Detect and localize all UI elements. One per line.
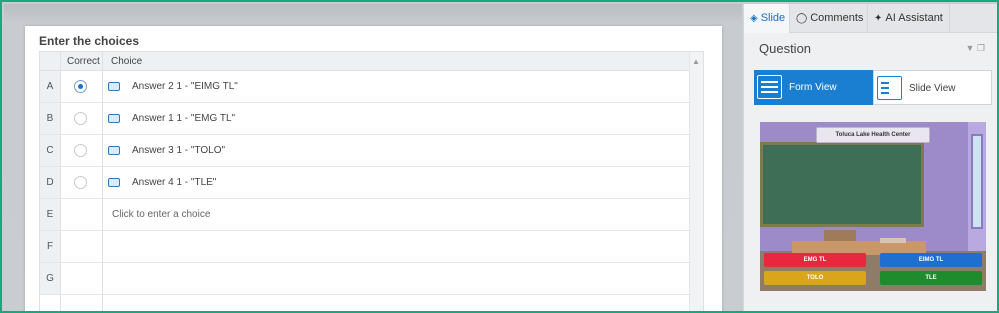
preview-answer-2: EIMG TL: [880, 253, 982, 267]
editor-canvas: Enter the choices Correct Choice ▲ A Ans…: [4, 4, 742, 311]
comment-icon: ◯: [796, 13, 808, 24]
choice-shape-icon: [108, 114, 120, 123]
section-controls[interactable]: ▼ ❐: [965, 43, 985, 54]
preview-answer-1: EMG TL: [764, 253, 866, 267]
choice-row-c[interactable]: C Answer 3 1 - "TOLO": [40, 135, 691, 167]
preview-title: Toluca Lake Health Center: [816, 127, 930, 143]
grid-scrollbar[interactable]: ▲: [689, 52, 703, 311]
form-view-button[interactable]: Form View: [754, 70, 873, 105]
choice-text[interactable]: Answer 2 1 - "EIMG TL": [132, 71, 238, 102]
correct-radio[interactable]: [74, 80, 87, 93]
choice-shape-icon: [108, 178, 120, 187]
sparkle-icon: ✦: [874, 13, 883, 24]
choice-text[interactable]: Answer 3 1 - "TOLO": [132, 135, 225, 166]
choice-row-b[interactable]: B Answer 1 1 - "EMG TL": [40, 103, 691, 135]
choice-text[interactable]: Answer 4 1 - "TLE": [132, 167, 216, 198]
tab-ai-assistant[interactable]: ✦ AI Assistant: [868, 4, 950, 33]
row-letter: G: [40, 263, 60, 294]
row-letter: C: [40, 135, 60, 166]
choice-row-a[interactable]: A Answer 2 1 - "EIMG TL": [40, 71, 691, 103]
tab-comments[interactable]: ◯ Comments: [790, 4, 868, 33]
collapse-arrow-icon[interactable]: ▼: [965, 43, 974, 53]
tab-label: AI Assistant: [885, 12, 943, 24]
choice-text[interactable]: Answer 1 1 - "EMG TL": [132, 103, 235, 134]
row-letter: D: [40, 167, 60, 198]
tab-label: Slide: [760, 12, 786, 24]
preview-answer-4: TLE: [880, 271, 982, 285]
header-correct: Correct: [67, 56, 100, 67]
choice-shape-icon: [108, 146, 120, 155]
tab-label: Comments: [810, 12, 864, 24]
slide-view-icon: [877, 76, 902, 100]
choice-row-g[interactable]: G: [40, 263, 691, 295]
choice-row-f[interactable]: F: [40, 231, 691, 263]
choice-shape-icon: [108, 82, 120, 91]
slide-preview[interactable]: Toluca Lake Health Center EMG TL EIMG TL…: [760, 122, 986, 291]
slide-icon: ◈: [750, 13, 758, 24]
scroll-up-arrow-icon[interactable]: ▲: [689, 52, 703, 71]
popout-icon[interactable]: ❐: [977, 43, 985, 53]
row-letter: E: [40, 199, 60, 230]
row-letter: B: [40, 103, 60, 134]
choices-title: Enter the choices: [39, 34, 140, 48]
add-choice-placeholder[interactable]: Click to enter a choice: [112, 199, 210, 230]
correct-radio[interactable]: [74, 176, 87, 189]
header-choice: Choice: [111, 56, 143, 67]
section-title: Question: [759, 41, 812, 56]
preview-answer-3: TOLO: [764, 271, 866, 285]
correct-radio[interactable]: [74, 144, 87, 157]
preview-book: [880, 238, 906, 243]
view-switcher: Form View Slide View: [754, 70, 992, 105]
preview-window: [971, 134, 983, 229]
slide-view-label: Slide View: [909, 83, 956, 94]
grid-header: Correct Choice: [40, 52, 703, 71]
correct-radio[interactable]: [74, 112, 87, 125]
row-letter: A: [40, 71, 60, 102]
row-letter: F: [40, 231, 60, 262]
choice-row-d[interactable]: D Answer 4 1 - "TLE": [40, 167, 691, 199]
form-view-label: Form View: [789, 82, 837, 93]
tab-slide[interactable]: ◈ Slide: [744, 4, 790, 33]
choice-row-e[interactable]: E Click to enter a choice: [40, 199, 691, 231]
form-view-icon: [757, 75, 782, 99]
slide-view-button[interactable]: Slide View: [873, 70, 992, 105]
panel-tabs: ◈ Slide ◯ Comments ✦ AI Assistant: [744, 4, 997, 33]
choices-grid: Correct Choice ▲ A Answer 2 1 - "EIMG TL…: [39, 51, 704, 311]
right-panel: ◈ Slide ◯ Comments ✦ AI Assistant Question …: [743, 4, 997, 311]
preview-chalkboard: [760, 142, 924, 227]
app-frame: Enter the choices Correct Choice ▲ A Ans…: [0, 0, 999, 313]
choices-card: Enter the choices Correct Choice ▲ A Ans…: [25, 26, 722, 311]
